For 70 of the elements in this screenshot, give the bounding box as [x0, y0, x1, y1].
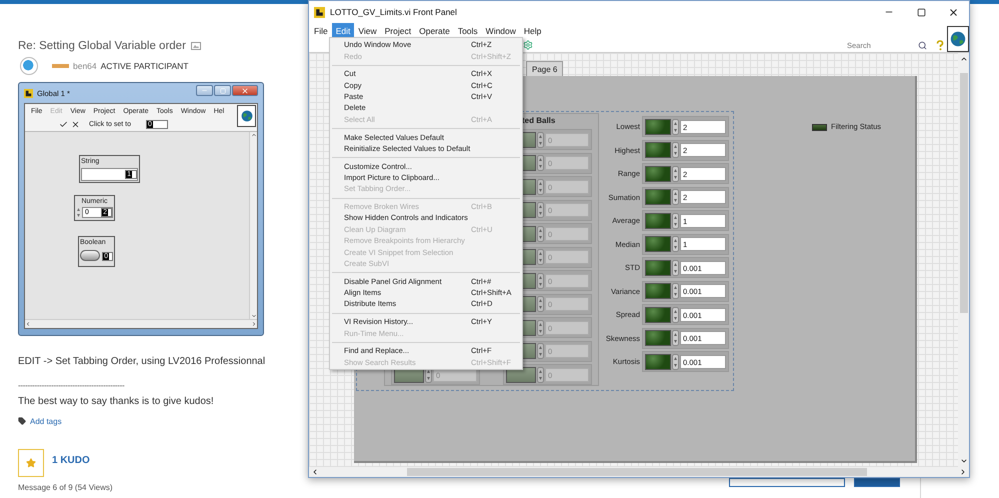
- window-title: LOTTO_GV_Limits.vi Front Panel: [330, 7, 457, 17]
- spinner-icon[interactable]: [672, 283, 679, 299]
- help-icon[interactable]: [936, 40, 944, 51]
- image-icon: [190, 42, 201, 50]
- spinner-icon[interactable]: [537, 343, 544, 359]
- post-title: Re: Setting Global Variable order: [18, 40, 186, 52]
- signature-rule: ---------------------------------------------: [18, 382, 124, 390]
- spinner-icon[interactable]: [537, 272, 544, 288]
- message-info: Message 6 of 9 (54 Views): [18, 483, 113, 492]
- app-icon: [314, 6, 325, 18]
- author-rank: ACTIVE PARTICIPANT: [100, 61, 188, 71]
- add-tags-link[interactable]: Add tags: [30, 416, 62, 426]
- tab[interactable]: Page 6: [526, 61, 564, 76]
- spinner-icon[interactable]: [672, 189, 679, 205]
- app-icon: [24, 88, 33, 98]
- kudo-count[interactable]: 1 KUDO: [52, 455, 90, 466]
- avatar[interactable]: [20, 57, 38, 75]
- globe-icon: [240, 110, 252, 122]
- star-icon: [26, 458, 36, 468]
- maximize-icon: [220, 88, 226, 94]
- spinner-icon[interactable]: [537, 366, 544, 382]
- close-icon: [241, 86, 249, 94]
- vi-icon[interactable]: [947, 26, 969, 52]
- spinner-icon[interactable]: [537, 249, 544, 265]
- spinner-icon[interactable]: [672, 142, 679, 158]
- menu-item[interactable]: Tools: [454, 23, 482, 38]
- spinner-icon[interactable]: [672, 118, 679, 134]
- menu-item[interactable]: View: [354, 23, 381, 38]
- scroll-left-icon[interactable]: [311, 468, 319, 476]
- spinner-icon[interactable]: [537, 320, 544, 336]
- spinner-icon[interactable]: [537, 132, 544, 148]
- spinner-icon[interactable]: [672, 236, 679, 252]
- spinner-icon[interactable]: [672, 330, 679, 346]
- menu-item[interactable]: Window: [482, 23, 520, 38]
- spinner-icon[interactable]: [672, 166, 679, 182]
- kudo-button[interactable]: [18, 449, 44, 477]
- menu-item[interactable]: Operate: [415, 23, 454, 38]
- menu-item[interactable]: Help: [520, 23, 546, 38]
- spinner-icon[interactable]: [672, 260, 679, 276]
- minimize-icon: [201, 87, 208, 94]
- close-icon[interactable]: [948, 6, 958, 18]
- spinner-icon[interactable]: [537, 226, 544, 242]
- spinner-icon[interactable]: [537, 296, 544, 312]
- rank-icon: [52, 64, 69, 68]
- spinner-icon[interactable]: [672, 306, 679, 322]
- spinner-icon[interactable]: [537, 202, 544, 218]
- spinner-icon[interactable]: [537, 155, 544, 171]
- spinner-icon[interactable]: [672, 354, 679, 370]
- menu-item[interactable]: Edit: [332, 23, 354, 38]
- maximize-icon[interactable]: [916, 8, 926, 16]
- spinner-icon[interactable]: [537, 178, 544, 194]
- page-button[interactable]: [729, 478, 845, 487]
- menu-item[interactable]: File: [310, 23, 332, 38]
- globe-icon: [950, 31, 966, 47]
- scroll-down-icon[interactable]: [960, 457, 968, 465]
- scrollbar[interactable]: [309, 467, 969, 477]
- check-icon[interactable]: [59, 120, 68, 129]
- close-icon[interactable]: [71, 120, 80, 129]
- search-icon[interactable]: [918, 40, 927, 50]
- scroll-right-icon[interactable]: [959, 468, 967, 476]
- menu-item[interactable]: Project: [380, 23, 416, 38]
- signature-text: The best way to say thanks is to give kudos!: [18, 396, 214, 407]
- scroll-up-icon[interactable]: [960, 55, 968, 63]
- vi-icon[interactable]: [237, 105, 256, 127]
- author-name[interactable]: ben64: [73, 61, 97, 71]
- spinner-icon[interactable]: [672, 212, 679, 228]
- post-body: EDIT -> Set Tabbing Order, using LV2016 Professionnal: [18, 356, 266, 368]
- tag-icon: [18, 417, 26, 425]
- scrollbar[interactable]: [958, 53, 969, 467]
- gear-icon[interactable]: [523, 40, 533, 50]
